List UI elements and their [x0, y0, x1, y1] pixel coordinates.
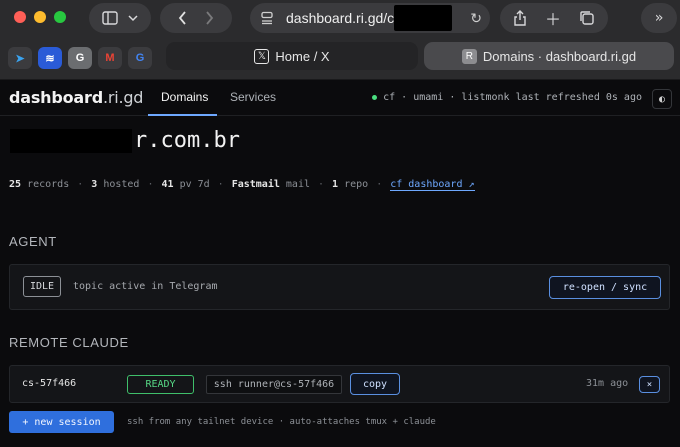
- stat-repo: 1 repo: [332, 179, 369, 190]
- ns-icon: ≋: [45, 52, 55, 65]
- redaction-mask: [10, 128, 132, 153]
- stat-records: 25 records: [9, 179, 70, 190]
- history-nav: [160, 3, 232, 33]
- separator: ·: [318, 179, 325, 190]
- remote-claude-section-title: REMOTE CLAUDE: [9, 335, 129, 350]
- stat-hosted: 3 hosted: [91, 179, 140, 190]
- session-age: 31m ago: [586, 378, 629, 389]
- google-icon: G: [135, 52, 145, 64]
- close-session-button[interactable]: ×: [639, 376, 660, 393]
- r-favicon-icon: R: [461, 48, 477, 64]
- minimize-window-button[interactable]: [34, 11, 46, 23]
- pinned-tab-gmail[interactable]: M: [98, 47, 122, 69]
- page-title: r.com.br: [10, 128, 240, 153]
- browser-actions: ＋: [500, 3, 608, 33]
- tab-overview-icon[interactable]: [579, 10, 595, 26]
- pinned-tab-ns[interactable]: ≋: [38, 47, 62, 69]
- status-line: cf · umami · listmonk last refreshed 0s …: [372, 92, 642, 103]
- app-header: dashboard.ri.gd Domains Services cf · um…: [0, 80, 680, 116]
- gmail-icon: M: [105, 52, 115, 64]
- ssh-command-field[interactable]: ssh runner@cs-57f466: [206, 375, 342, 394]
- sidebar-toggle-button[interactable]: [89, 3, 151, 33]
- x-logo-icon: 𝕏: [254, 48, 270, 64]
- more-tabs-button[interactable]: »: [641, 3, 677, 33]
- copy-button[interactable]: copy: [350, 373, 400, 395]
- url-text: dashboard.ri.gd/c: [286, 10, 395, 26]
- close-window-button[interactable]: [14, 11, 26, 23]
- separator: ·: [147, 179, 154, 190]
- session-help-text: ssh from any tailnet device · auto-attac…: [127, 417, 436, 427]
- domain-name: r.com.br: [134, 128, 240, 153]
- tab-label: Home / X: [275, 48, 330, 64]
- brand-logo[interactable]: dashboard.ri.gd: [9, 88, 143, 107]
- tab-label: Domains · dashboard.ri.gd: [482, 48, 637, 64]
- agent-panel: IDLE topic active in Telegram re-open / …: [9, 264, 670, 310]
- forward-icon[interactable]: [205, 11, 214, 25]
- tab-home-x[interactable]: 𝕏 Home / X: [166, 42, 418, 70]
- stat-mail: Fastmail mail: [231, 179, 310, 190]
- new-tab-icon[interactable]: ＋: [545, 6, 561, 30]
- separator: ·: [217, 179, 224, 190]
- pinned-tabs: ➤ ≋ G M G: [8, 47, 152, 69]
- chevron-down-icon: [128, 15, 138, 22]
- separator: ·: [77, 179, 84, 190]
- pinned-tab-telegram[interactable]: ➤: [8, 47, 32, 69]
- contrast-icon: ◐: [658, 93, 666, 105]
- reload-icon[interactable]: ↻: [470, 10, 482, 27]
- tab-services-nav[interactable]: Services: [230, 90, 276, 104]
- agent-status-text: topic active in Telegram: [73, 281, 218, 292]
- status-dot-icon: [372, 95, 378, 100]
- share-icon[interactable]: [513, 10, 527, 26]
- last-refreshed: last refreshed 0s ago: [515, 92, 642, 103]
- pinned-tab-g[interactable]: G: [68, 47, 92, 69]
- reopen-sync-button[interactable]: re-open / sync: [549, 276, 661, 299]
- tab-domains[interactable]: R Domains · dashboard.ri.gd: [424, 42, 674, 70]
- address-bar[interactable]: dashboard.ri.gd/c ↻: [250, 3, 490, 33]
- stat-pageviews: 41 pv 7d: [161, 179, 210, 190]
- pinned-tab-google[interactable]: G: [128, 47, 152, 69]
- theme-toggle-button[interactable]: ◐: [652, 89, 672, 109]
- window-controls: [14, 11, 66, 23]
- tab-bar: ➤ ≋ G M G 𝕏 Home / X R Domains · dashboa…: [0, 40, 680, 76]
- separator: ·: [376, 179, 383, 190]
- tab-domains-nav[interactable]: Domains: [161, 90, 208, 104]
- services-status: cf · umami · listmonk: [383, 92, 510, 103]
- domain-stats: 25 records · 3 hosted · 41 pv 7d · Fastm…: [9, 179, 475, 191]
- double-chevron-icon: »: [654, 10, 664, 26]
- session-status-badge: READY: [127, 375, 194, 394]
- zoom-window-button[interactable]: [54, 11, 66, 23]
- cf-dashboard-link[interactable]: cf dashboard ↗: [390, 179, 475, 191]
- agent-status-badge: IDLE: [23, 276, 61, 297]
- back-icon[interactable]: [178, 11, 187, 25]
- page-settings-icon[interactable]: [260, 11, 274, 25]
- new-session-button[interactable]: + new session: [9, 411, 114, 433]
- session-name: cs-57f466: [22, 378, 77, 389]
- telegram-icon: ➤: [15, 52, 25, 65]
- agent-section-title: AGENT: [9, 234, 57, 249]
- g-icon: G: [75, 52, 85, 64]
- redaction-mask: [394, 5, 453, 31]
- sidebar-icon: [102, 11, 118, 25]
- browser-chrome: dashboard.ri.gd/c ↻ ＋ » ➤ ≋ G M G 𝕏 Home…: [0, 0, 680, 80]
- active-tab-indicator: [148, 114, 217, 116]
- session-row: cs-57f466 READY ssh runner@cs-57f466 cop…: [9, 365, 670, 403]
